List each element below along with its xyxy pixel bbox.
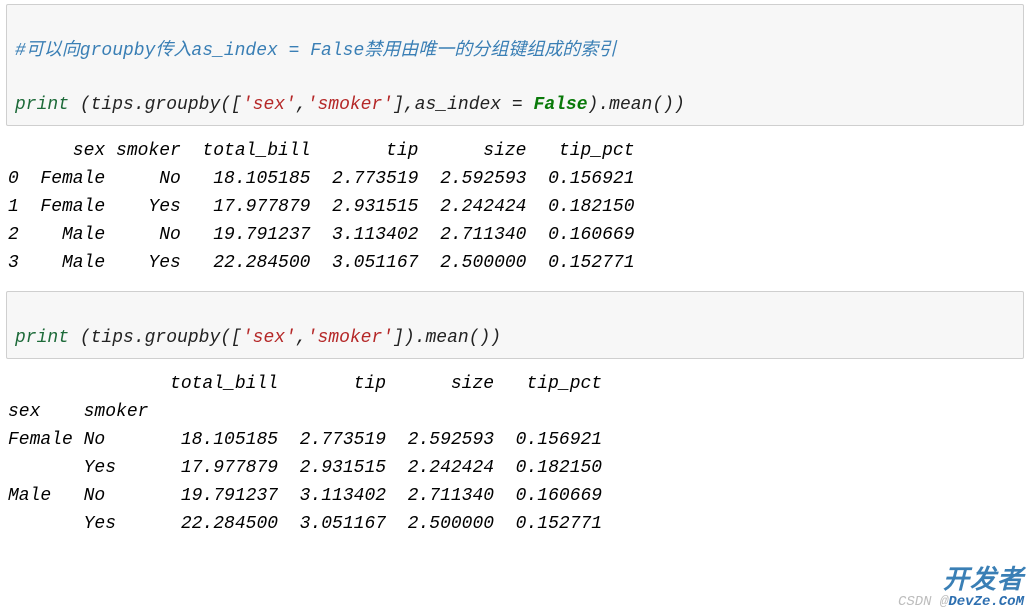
table-row: 1 Female Yes 17.977879 2.931515 2.242424… [8,197,635,217]
code-text: (tips.groupby([ [69,95,242,115]
code-text: , [296,95,307,115]
code-cell-1: #可以向groupby传入as_index = False禁用由唯一的分组键组成… [6,4,1024,126]
table-row: Yes 22.284500 3.051167 2.500000 0.152771 [8,514,602,534]
watermark-bottom: CSDN @DevZe.CoM [898,594,1024,610]
watermark-brand1: DevZe [948,594,990,610]
table-header: sex smoker total_bill tip size tip_pct [8,141,635,161]
table-row: 3 Male Yes 22.284500 3.051167 2.500000 0… [8,253,635,273]
table-index-header: sex smoker [8,402,602,422]
table-row: Female No 18.105185 2.773519 2.592593 0.… [8,430,602,450]
code-text: (tips.groupby([ [69,328,242,348]
table-row: 2 Male No 19.791237 3.113402 2.711340 0.… [8,225,635,245]
watermark-brand2: CoM [999,594,1024,610]
string-literal-sex: 'sex' [242,328,296,348]
table-row: Male No 19.791237 3.113402 2.711340 0.16… [8,486,602,506]
watermark-prefix: CSDN @ [898,594,948,610]
code-cell-2: print (tips.groupby(['sex','smoker']).me… [6,291,1024,359]
table-header: total_bill tip size tip_pct [8,374,602,394]
code-text: ],as_index = [393,95,533,115]
string-literal-smoker: 'smoker' [307,328,393,348]
output-block-2: total_bill tip size tip_pct sex smoker F… [0,367,1030,548]
watermark-dot: . [990,594,998,610]
code-comment: #可以向groupby传入as_index = False禁用由唯一的分组键组成… [15,41,616,61]
watermark: 开发者 CSDN @DevZe.CoM [898,568,1024,610]
keyword-false: False [534,95,588,115]
output-block-1: sex smoker total_bill tip size tip_pct 0… [0,134,1030,287]
print-func: print [15,328,69,348]
string-literal-sex: 'sex' [242,95,296,115]
table-row: 0 Female No 18.105185 2.773519 2.592593 … [8,169,635,189]
code-text: ).mean()) [588,95,685,115]
code-text: ]).mean()) [393,328,501,348]
string-literal-smoker: 'smoker' [307,95,393,115]
code-text: , [296,328,307,348]
watermark-top: 开发者 [898,568,1024,594]
print-func: print [15,95,69,115]
table-row: Yes 17.977879 2.931515 2.242424 0.182150 [8,458,602,478]
